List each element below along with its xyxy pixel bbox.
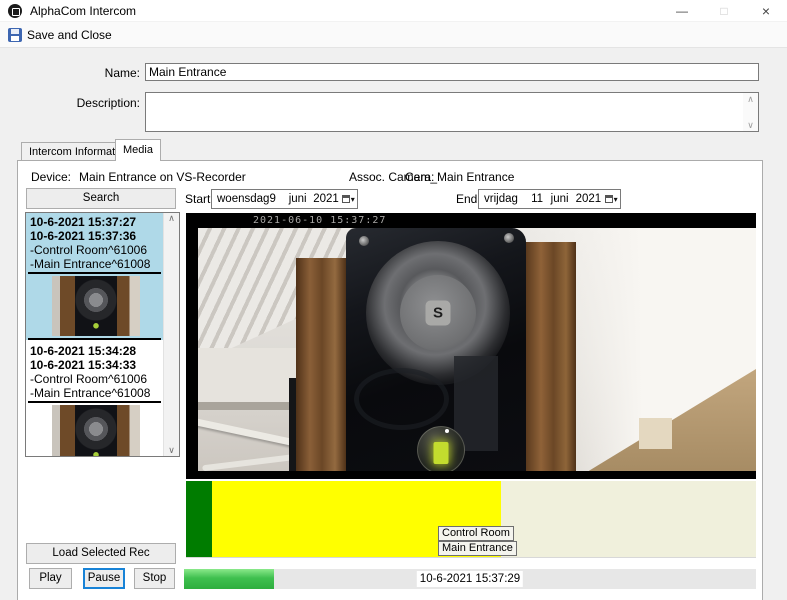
green-glow [434,442,449,464]
search-button[interactable]: Search [26,188,176,209]
device-value: Main Entrance on VS-Recorder [79,170,246,184]
recording-start-time: 10-6-2021 15:34:28 [26,344,163,358]
recording-end-time: 10-6-2021 15:37:36 [26,229,163,243]
end-date-picker[interactable]: vrijdag 11 juni 2021 ▾ [478,189,621,209]
doorbell-sphere [417,426,465,471]
pause-button[interactable]: Pause [83,568,125,589]
maximize-button[interactable]: □ [703,0,745,22]
close-button[interactable]: × [745,0,787,22]
minimize-button[interactable]: — [661,0,703,22]
calendar-icon [342,195,350,203]
save-and-close-label: Save and Close [27,28,112,42]
start-date-dropdown-button[interactable]: ▾ [339,190,357,208]
end-label: End [456,192,477,206]
recordings-list: 10-6-2021 15:37:27 10-6-2021 15:37:36 -C… [25,212,180,457]
list-scrollbar[interactable]: ∧ ∨ [163,213,179,456]
description-box[interactable]: ∧ ∨ [145,92,759,132]
desk [198,348,298,410]
screw [504,233,514,243]
item-separator [28,401,161,403]
wood-side-panel-left [296,258,346,471]
recording-thumbnail [52,405,140,456]
window-title: AlphaCom Intercom [30,4,136,18]
scroll-up-icon[interactable]: ∧ [168,213,175,224]
video-timestamp-overlay: 2021-06-10 15:37:27 [253,215,386,226]
start-day: 9 [269,193,288,205]
app-icon [8,4,22,18]
start-weekday: woensdag [212,193,269,205]
progress-bar[interactable]: 10-6-2021 15:37:29 [184,569,756,589]
chevron-down-icon: ▾ [614,195,618,204]
recording-item-2[interactable]: 10-6-2021 15:34:28 10-6-2021 15:34:33 -C… [26,342,163,456]
recording-thumbnail [52,276,140,336]
description-scrollbar[interactable]: ∧ ∨ [743,93,758,131]
media-tab-page: Device: Main Entrance on VS-Recorder Ass… [17,160,763,600]
progress-fill [184,569,274,589]
tooltip-row: Main Entrance [438,541,517,556]
titlebar: AlphaCom Intercom — □ × [0,0,787,22]
end-day: 11 [531,193,551,205]
cable-reflection [354,368,449,430]
start-date-picker[interactable]: woensdag 9 juni 2021 ▾ [211,189,358,209]
end-year: 2021 [576,193,603,205]
recording-party: -Control Room^61006 [26,372,163,386]
end-weekday: vrijdag [479,193,531,205]
video-panel: 2021-06-10 15:37:27 S [186,213,756,479]
scroll-up-icon[interactable]: ∧ [747,93,754,105]
device-label: Device: [31,170,71,184]
load-selected-rec-button[interactable]: Load Selected Rec [26,543,176,564]
calendar-icon [605,195,613,203]
speaker-logo: S [426,301,451,326]
toolbar: Save and Close [0,22,787,48]
tooltip-row: Control Room [438,526,514,541]
item-separator [28,272,161,274]
screw [359,236,369,246]
stop-button[interactable]: Stop [134,568,175,589]
camera-scene: S [198,228,756,471]
recording-party: -Main Entrance^61008 [26,386,163,400]
intercom-front-panel: S [346,228,526,471]
description-label: Description: [40,96,140,110]
assoc-camera-value: Cam_Main Entrance [405,170,514,184]
timeline-tooltip: Control Room Main Entrance [438,526,517,556]
timeline[interactable]: Control Room Main Entrance [186,481,756,558]
wood-side-panel-right [526,242,576,471]
timeline-recorded-segment[interactable] [186,481,212,557]
item-separator [28,338,161,340]
highlight-dot [445,429,449,433]
cabinet [639,418,672,450]
save-and-close-button[interactable]: Save and Close [3,25,117,45]
start-year: 2021 [313,193,339,205]
end-month: juni [551,193,576,205]
start-month: juni [289,193,314,205]
tab-media[interactable]: Media [115,139,161,161]
chevron-down-icon: ▾ [351,195,355,204]
scroll-down-icon[interactable]: ∨ [747,119,754,131]
recording-party: -Control Room^61006 [26,243,163,257]
play-button[interactable]: Play [29,568,72,589]
floppy-disk-icon [8,28,22,42]
scroll-down-icon[interactable]: ∨ [168,445,175,456]
name-label: Name: [40,66,140,80]
recording-start-time: 10-6-2021 15:37:27 [26,215,163,229]
name-input[interactable] [145,63,759,81]
recording-end-time: 10-6-2021 15:34:33 [26,358,163,372]
end-date-dropdown-button[interactable]: ▾ [602,190,620,208]
progress-timestamp: 10-6-2021 15:37:29 [417,571,523,587]
start-label: Start [185,192,210,206]
recording-item-1[interactable]: 10-6-2021 15:37:27 10-6-2021 15:37:36 -C… [26,213,163,340]
recording-party: -Main Entrance^61008 [26,257,163,271]
